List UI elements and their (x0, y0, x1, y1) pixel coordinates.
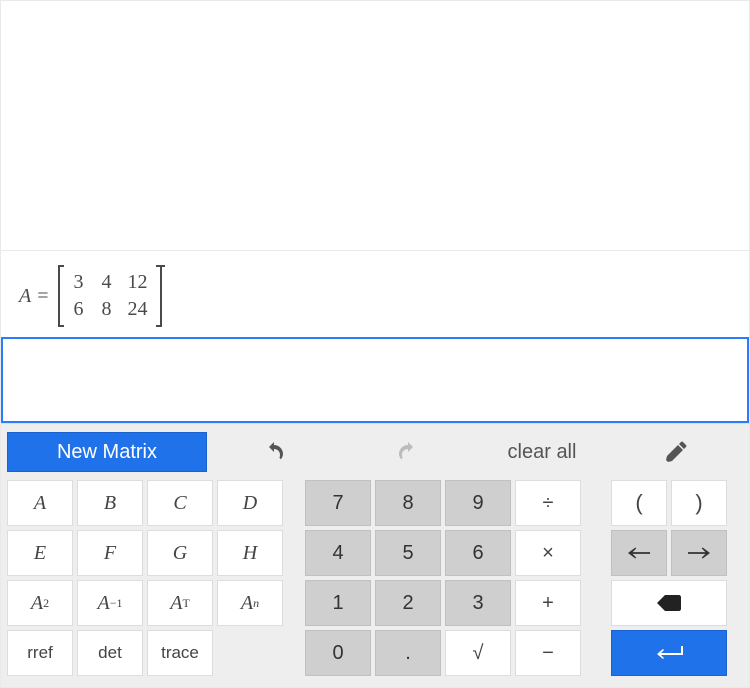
keypad-row: A B C D E F G H A2 A−1 AT An rref det tr… (7, 480, 743, 676)
rref-button[interactable]: rref (7, 630, 73, 676)
digit-7-button[interactable]: 7 (305, 480, 371, 526)
redo-button[interactable] (341, 432, 475, 472)
enter-icon (655, 646, 683, 660)
minus-button[interactable]: − (515, 630, 581, 676)
sqrt-button[interactable]: √ (445, 630, 511, 676)
paren-right-button[interactable]: ) (671, 480, 727, 526)
var-g-button[interactable]: G (147, 530, 213, 576)
square-button[interactable]: A2 (7, 580, 73, 626)
multiply-button[interactable]: × (515, 530, 581, 576)
trace-button[interactable]: trace (147, 630, 213, 676)
digit-2-button[interactable]: 2 (375, 580, 441, 626)
matrix: 3 4 12 6 8 24 (64, 265, 156, 327)
divide-button[interactable]: ÷ (515, 480, 581, 526)
var-name: A (19, 285, 31, 308)
settings-button[interactable] (609, 432, 743, 472)
var-c-button[interactable]: C (147, 480, 213, 526)
plus-button[interactable]: + (515, 580, 581, 626)
var-a-button[interactable]: A (7, 480, 73, 526)
inverse-button[interactable]: A−1 (77, 580, 143, 626)
matrix-cell: 6 (72, 298, 86, 321)
digit-3-button[interactable]: 3 (445, 580, 511, 626)
digit-9-button[interactable]: 9 (445, 480, 511, 526)
toolbar-row: New Matrix clear all (7, 430, 743, 474)
digit-1-button[interactable]: 1 (305, 580, 371, 626)
input-area[interactable] (1, 337, 749, 423)
calculator-frame: A = 3 4 12 6 8 24 New Matrix c (0, 0, 750, 688)
number-pad: 7 8 9 ÷ 4 5 6 × 1 2 3 + 0 . √ − (305, 480, 581, 676)
digit-6-button[interactable]: 6 (445, 530, 511, 576)
cursor-right-button[interactable] (671, 530, 727, 576)
matrix-cell: 4 (100, 271, 114, 294)
bracket-left (55, 265, 64, 327)
transpose-button[interactable]: AT (147, 580, 213, 626)
undo-button[interactable] (207, 432, 341, 472)
var-d-button[interactable]: D (217, 480, 283, 526)
control-pad: ( ) (611, 480, 727, 676)
cursor-left-button[interactable] (611, 530, 667, 576)
digit-5-button[interactable]: 5 (375, 530, 441, 576)
variable-pad: A B C D E F G H A2 A−1 AT An rref det tr… (7, 480, 283, 676)
var-e-button[interactable]: E (7, 530, 73, 576)
paren-left-button[interactable]: ( (611, 480, 667, 526)
spacer (217, 630, 283, 676)
new-matrix-button[interactable]: New Matrix (7, 432, 207, 472)
backspace-button[interactable] (611, 580, 727, 626)
matrix-cell: 12 (128, 271, 148, 294)
digit-4-button[interactable]: 4 (305, 530, 371, 576)
arrow-right-icon (688, 546, 710, 560)
var-h-button[interactable]: H (217, 530, 283, 576)
power-n-button[interactable]: An (217, 580, 283, 626)
digit-0-button[interactable]: 0 (305, 630, 371, 676)
decimal-button[interactable]: . (375, 630, 441, 676)
matrix-cell: 3 (72, 271, 86, 294)
enter-button[interactable] (611, 630, 727, 676)
clear-all-label: clear all (508, 441, 577, 464)
var-b-button[interactable]: B (77, 480, 143, 526)
det-button[interactable]: det (77, 630, 143, 676)
expression-area: A = 3 4 12 6 8 24 (1, 251, 749, 337)
backspace-icon (657, 595, 681, 611)
clear-all-button[interactable]: clear all (475, 432, 609, 472)
expression: A = 3 4 12 6 8 24 (19, 265, 165, 327)
var-f-button[interactable]: F (77, 530, 143, 576)
matrix-cell: 8 (100, 298, 114, 321)
digit-8-button[interactable]: 8 (375, 480, 441, 526)
bracket-right (156, 265, 165, 327)
equals-sign: = (37, 285, 48, 308)
output-area (1, 1, 749, 251)
matrix-cell: 24 (128, 298, 148, 321)
keyboard: New Matrix clear all A B C D E F G (1, 423, 749, 687)
arrow-left-icon (628, 546, 650, 560)
